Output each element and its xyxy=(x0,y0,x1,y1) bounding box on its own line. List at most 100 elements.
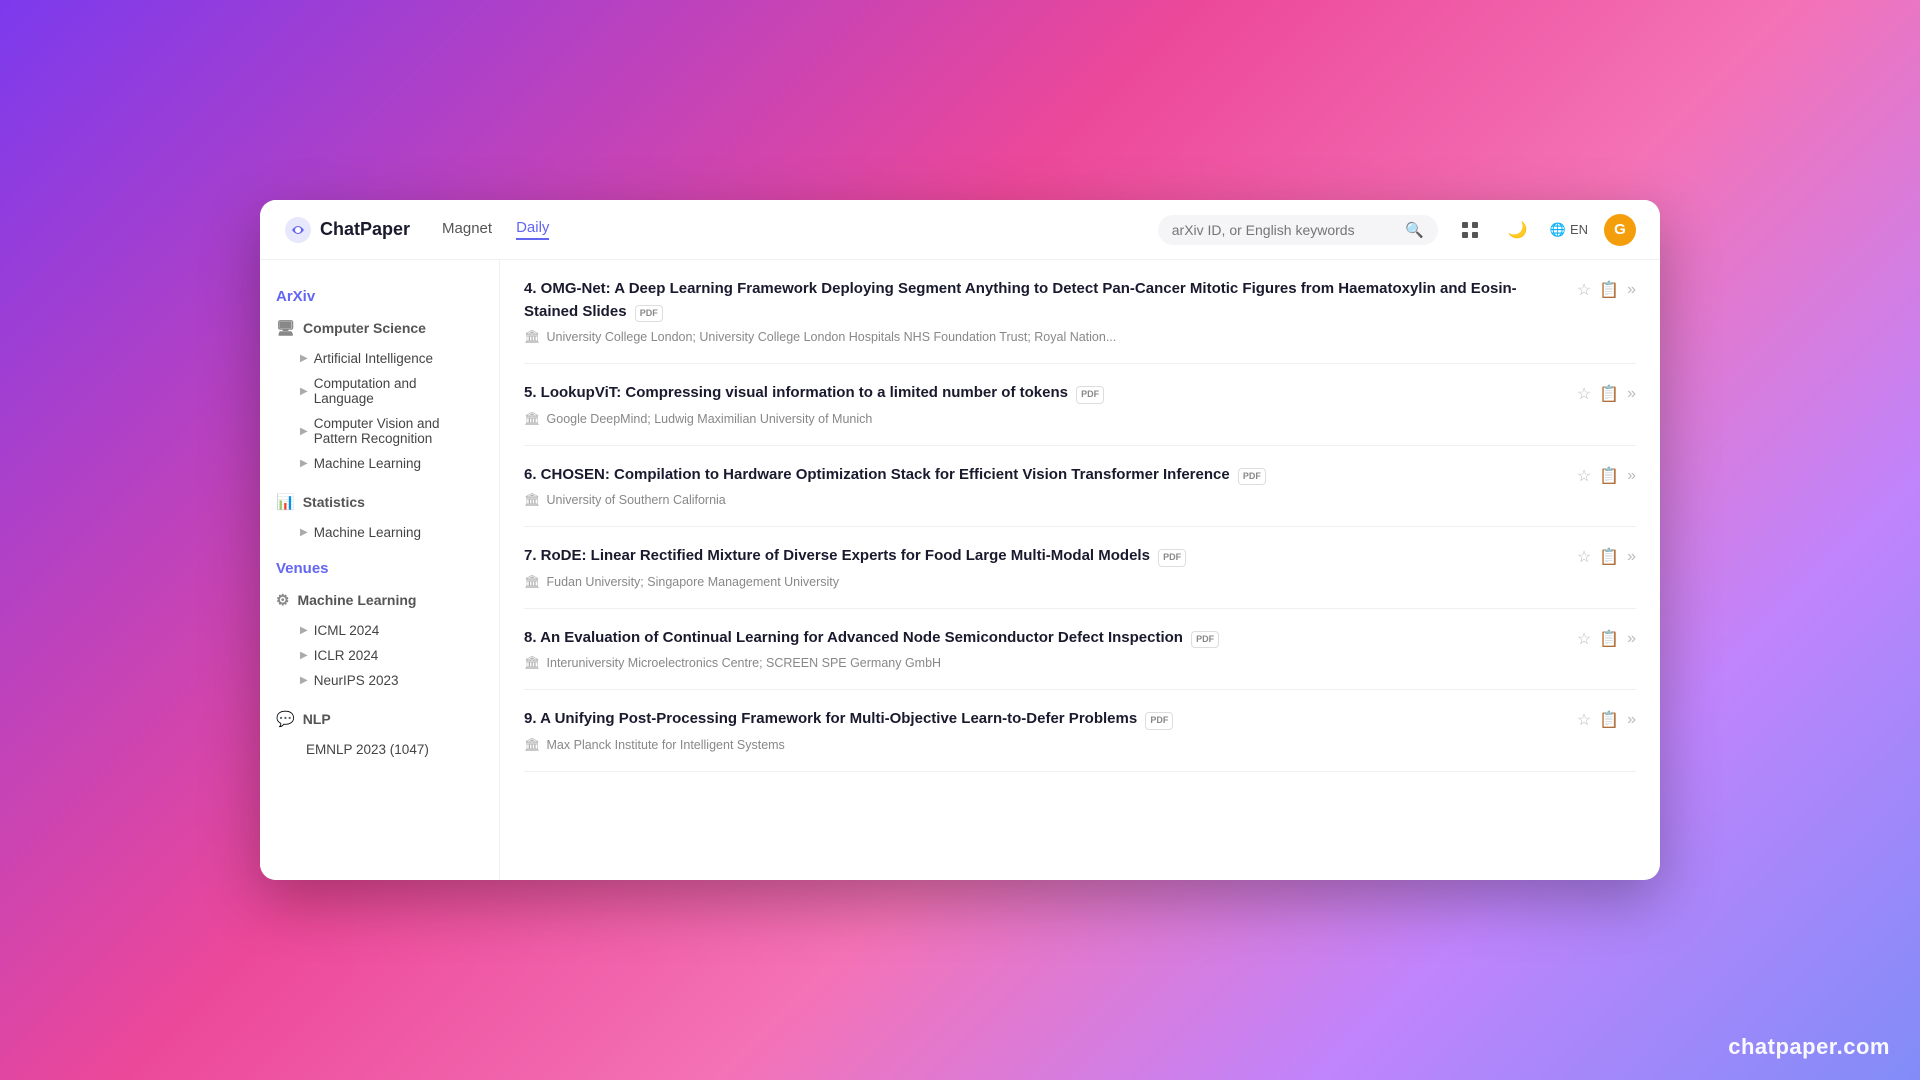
paper-actions: ☆ 📋 » xyxy=(1577,384,1636,404)
expand-icon[interactable]: » xyxy=(1627,630,1636,648)
paper-title[interactable]: 9. A Unifying Post-Processing Framework … xyxy=(524,708,1569,731)
grid-icon[interactable] xyxy=(1454,214,1486,246)
pdf-badge: PDF xyxy=(1238,468,1266,486)
stats-label[interactable]: Statistics xyxy=(303,494,365,510)
sidebar-item-stats-ml[interactable]: ▶ Machine Learning xyxy=(276,521,483,544)
paper-meta: 🏛 University of Southern California xyxy=(524,492,1636,508)
expand-icon[interactable]: » xyxy=(1627,385,1636,403)
institution-icon: 🏛 xyxy=(524,329,541,345)
paper-institution: Fudan University; Singapore Management U… xyxy=(547,575,840,589)
paper-meta: 🏛 Google DeepMind; Ludwig Maximilian Uni… xyxy=(524,411,1636,427)
chevron-icon: ▶ xyxy=(300,353,308,364)
paper-actions: ☆ 📋 » xyxy=(1577,466,1636,486)
venues-section-title: Venues xyxy=(276,560,483,577)
note-icon[interactable]: 📋 xyxy=(1599,547,1619,567)
cs-label[interactable]: Computer Science xyxy=(303,320,426,336)
paper-item: 4. OMG-Net: A Deep Learning Framework De… xyxy=(524,260,1636,364)
user-avatar[interactable]: G xyxy=(1604,214,1636,246)
paper-title[interactable]: 7. RoDE: Linear Rectified Mixture of Div… xyxy=(524,545,1569,568)
venue-ml-icon: ⚙ xyxy=(276,591,289,609)
star-icon[interactable]: ☆ xyxy=(1577,280,1591,300)
paper-institution: Google DeepMind; Ludwig Maximilian Unive… xyxy=(547,412,873,426)
institution-icon: 🏛 xyxy=(524,655,541,671)
pdf-badge: PDF xyxy=(1076,386,1104,404)
expand-icon[interactable]: » xyxy=(1627,711,1636,729)
note-icon[interactable]: 📋 xyxy=(1599,629,1619,649)
lang-label: EN xyxy=(1570,222,1588,237)
sidebar-item-cl[interactable]: ▶ Computation and Language xyxy=(276,372,483,410)
institution-icon: 🏛 xyxy=(524,737,541,753)
institution-icon: 🏛 xyxy=(524,574,541,590)
arxiv-section-title: ArXiv xyxy=(276,288,483,305)
search-icon[interactable]: 🔍 xyxy=(1405,221,1424,239)
paper-title[interactable]: 8. An Evaluation of Continual Learning f… xyxy=(524,627,1569,650)
sidebar-item-neurips[interactable]: ▶ NeurIPS 2023 xyxy=(276,669,483,692)
language-selector[interactable]: 🌐 EN xyxy=(1550,222,1588,238)
paper-item: 5. LookupViT: Compressing visual informa… xyxy=(524,364,1636,446)
venue-ml-label[interactable]: Machine Learning xyxy=(297,592,416,608)
paper-title[interactable]: 5. LookupViT: Compressing visual informa… xyxy=(524,382,1569,405)
star-icon[interactable]: ☆ xyxy=(1577,384,1591,404)
paper-item: 9. A Unifying Post-Processing Framework … xyxy=(524,690,1636,772)
logo-icon xyxy=(284,216,312,244)
expand-icon[interactable]: » xyxy=(1627,467,1636,485)
note-icon[interactable]: 📋 xyxy=(1599,710,1619,730)
paper-institution: Interuniversity Microelectronics Centre;… xyxy=(547,656,942,670)
note-icon[interactable]: 📋 xyxy=(1599,466,1619,486)
expand-icon[interactable]: » xyxy=(1627,548,1636,566)
sidebar-item-ai[interactable]: ▶ Artificial Intelligence xyxy=(276,347,483,370)
chevron-icon: ▶ xyxy=(300,426,308,437)
chevron-icon: ▶ xyxy=(300,675,308,686)
star-icon[interactable]: ☆ xyxy=(1577,629,1591,649)
sidebar-item-icml[interactable]: ▶ ICML 2024 xyxy=(276,619,483,642)
search-input[interactable] xyxy=(1172,222,1397,238)
star-icon[interactable]: ☆ xyxy=(1577,710,1591,730)
sidebar-category-stats: 📊 Statistics xyxy=(276,491,483,513)
paper-meta: 🏛 Fudan University; Singapore Management… xyxy=(524,574,1636,590)
sidebar-item-emnlp[interactable]: EMNLP 2023 (1047) xyxy=(276,738,483,761)
paper-institution: University College London; University Co… xyxy=(547,330,1117,344)
nlp-label[interactable]: NLP xyxy=(303,711,331,727)
main-content: ArXiv 🖥 Computer Science ▶ Artificial In… xyxy=(260,260,1660,880)
sidebar-item-ml[interactable]: ▶ Machine Learning xyxy=(276,452,483,475)
paper-title-row: 7. RoDE: Linear Rectified Mixture of Div… xyxy=(524,545,1636,568)
paper-actions: ☆ 📋 » xyxy=(1577,710,1636,730)
expand-icon[interactable]: » xyxy=(1627,281,1636,299)
star-icon[interactable]: ☆ xyxy=(1577,547,1591,567)
chevron-icon: ▶ xyxy=(300,386,308,397)
paper-title-row: 5. LookupViT: Compressing visual informa… xyxy=(524,382,1636,405)
note-icon[interactable]: 📋 xyxy=(1599,384,1619,404)
logo-area[interactable]: ChatPaper xyxy=(284,216,410,244)
header-right: 🔍 🌙 🌐 EN G xyxy=(1158,214,1636,246)
paper-institution: Max Planck Institute for Intelligent Sys… xyxy=(547,738,785,752)
paper-title[interactable]: 6. CHOSEN: Compilation to Hardware Optim… xyxy=(524,464,1569,487)
sidebar: ArXiv 🖥 Computer Science ▶ Artificial In… xyxy=(260,260,500,880)
sidebar-item-iclr[interactable]: ▶ ICLR 2024 xyxy=(276,644,483,667)
dark-mode-icon[interactable]: 🌙 xyxy=(1502,214,1534,246)
chevron-icon: ▶ xyxy=(300,650,308,661)
pdf-badge: PDF xyxy=(635,305,663,323)
watermark: chatpaper.com xyxy=(1728,1034,1890,1060)
institution-icon: 🏛 xyxy=(524,411,541,427)
paper-actions: ☆ 📋 » xyxy=(1577,547,1636,567)
chevron-icon: ▶ xyxy=(300,625,308,636)
chevron-icon: ▶ xyxy=(300,527,308,538)
paper-title[interactable]: 4. OMG-Net: A Deep Learning Framework De… xyxy=(524,278,1569,323)
pdf-badge: PDF xyxy=(1191,631,1219,649)
main-nav: Magnet Daily xyxy=(442,219,549,240)
paper-item: 6. CHOSEN: Compilation to Hardware Optim… xyxy=(524,446,1636,528)
nav-daily[interactable]: Daily xyxy=(516,219,549,240)
search-bar[interactable]: 🔍 xyxy=(1158,215,1438,245)
cs-icon: 🖥 xyxy=(276,319,295,337)
sidebar-item-cv[interactable]: ▶ Computer Vision and Pattern Recognitio… xyxy=(276,412,483,450)
papers-list: 4. OMG-Net: A Deep Learning Framework De… xyxy=(500,260,1660,880)
star-icon[interactable]: ☆ xyxy=(1577,466,1591,486)
app-name: ChatPaper xyxy=(320,219,410,240)
paper-title-row: 8. An Evaluation of Continual Learning f… xyxy=(524,627,1636,650)
nav-magnet[interactable]: Magnet xyxy=(442,220,492,239)
paper-institution: University of Southern California xyxy=(547,493,726,507)
note-icon[interactable]: 📋 xyxy=(1599,280,1619,300)
paper-item: 7. RoDE: Linear Rectified Mixture of Div… xyxy=(524,527,1636,609)
sidebar-category-nlp: 💬 NLP xyxy=(276,708,483,730)
paper-actions: ☆ 📋 » xyxy=(1577,629,1636,649)
